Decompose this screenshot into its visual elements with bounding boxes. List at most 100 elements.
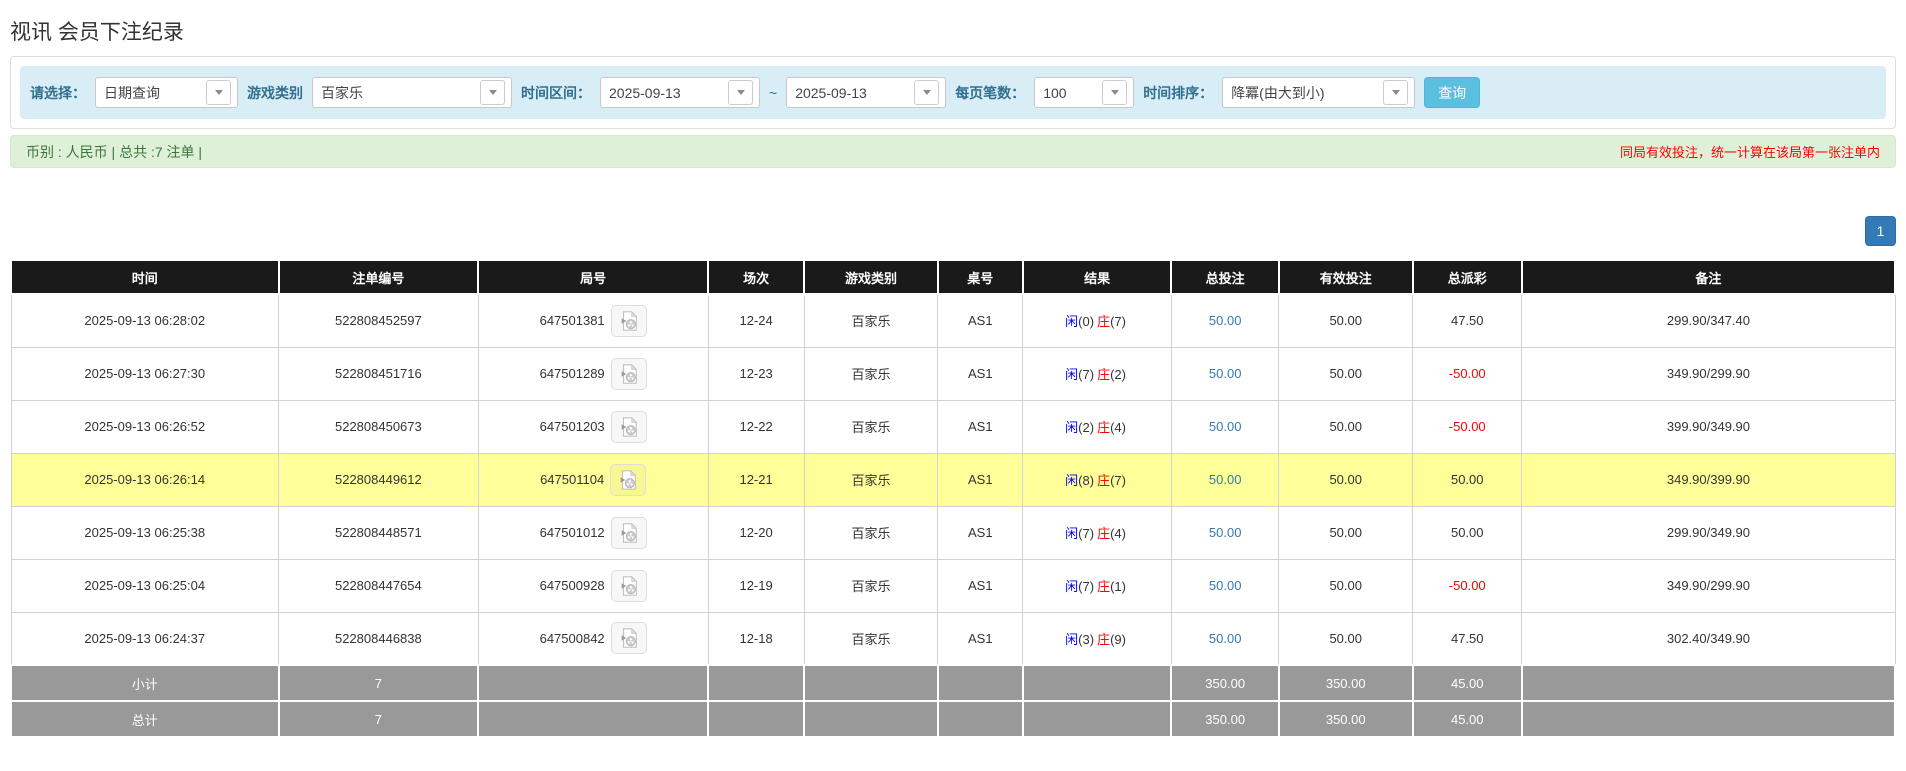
total-bet-cell: 50.00 bbox=[1170, 346, 1280, 401]
round-id-cell: 647501203 bbox=[477, 399, 709, 454]
video-replay-button[interactable] bbox=[610, 569, 647, 602]
total-bet-link[interactable]: 50.00 bbox=[1209, 419, 1242, 434]
chevron-down-icon[interactable] bbox=[914, 80, 940, 105]
chevron-down-icon[interactable] bbox=[1383, 80, 1409, 105]
player-result-label: 闲 bbox=[1065, 631, 1079, 647]
payout-cell: 47.50 bbox=[1412, 293, 1523, 348]
sort-order-select[interactable] bbox=[1222, 77, 1416, 108]
bet-id-cell: 522808448571 bbox=[278, 505, 479, 560]
table-row[interactable]: 2025-09-13 06:25:38 522808448571 6475010… bbox=[10, 505, 1896, 560]
game-type-value[interactable] bbox=[315, 80, 480, 105]
banker-result-label: 庄 bbox=[1097, 420, 1111, 435]
payout-cell: 50.00 bbox=[1412, 452, 1523, 507]
date-from-select[interactable] bbox=[600, 77, 760, 108]
bet-id-cell: 522808447654 bbox=[278, 558, 479, 613]
bet-id-cell: 522808449612 bbox=[278, 452, 479, 507]
total-bet-link[interactable]: 50.00 bbox=[1209, 578, 1242, 593]
total-bet-link[interactable]: 50.00 bbox=[1209, 472, 1242, 487]
remark-cell: 349.90/299.90 bbox=[1521, 346, 1896, 401]
payout-cell: 50.00 bbox=[1412, 505, 1523, 560]
sort-order-label: 时间排序： bbox=[1143, 84, 1214, 101]
query-mode-value[interactable] bbox=[98, 80, 206, 105]
date-from-value[interactable] bbox=[603, 80, 728, 105]
table-no-cell: AS1 bbox=[937, 346, 1024, 401]
table-row[interactable]: 2025-09-13 06:25:04 522808447654 6475009… bbox=[10, 558, 1896, 613]
total-bet-cell: 50.00 bbox=[1170, 293, 1280, 348]
video-replay-button[interactable] bbox=[610, 410, 647, 443]
page-size-label: 每页笔数： bbox=[955, 84, 1026, 101]
valid-bet-cell: 50.00 bbox=[1278, 293, 1414, 348]
video-replay-icon bbox=[621, 416, 637, 437]
chevron-down-icon[interactable] bbox=[206, 80, 231, 105]
video-replay-button[interactable] bbox=[610, 516, 647, 549]
query-mode-select[interactable] bbox=[95, 77, 238, 108]
game-type-select[interactable] bbox=[312, 77, 512, 108]
game-type-cell: 百家乐 bbox=[803, 293, 939, 348]
time-cell: 2025-09-13 06:25:04 bbox=[10, 558, 280, 613]
game-type-cell: 百家乐 bbox=[803, 346, 939, 401]
date-to-value[interactable] bbox=[789, 80, 915, 105]
page-size-select[interactable] bbox=[1034, 77, 1135, 108]
date-to-select[interactable] bbox=[786, 77, 947, 108]
chevron-down-icon[interactable] bbox=[480, 80, 505, 105]
player-result-label: 闲 bbox=[1065, 367, 1079, 382]
chevron-down-icon[interactable] bbox=[728, 80, 753, 105]
video-replay-icon bbox=[621, 522, 637, 543]
grand-total-total-bet: 350.00 bbox=[1170, 700, 1280, 738]
pagination: 1 bbox=[10, 216, 1896, 246]
video-replay-icon bbox=[621, 310, 637, 331]
table-no-cell: AS1 bbox=[937, 611, 1024, 666]
header-bet-id: 注单编号 bbox=[277, 259, 480, 295]
remark-cell: 302.40/349.90 bbox=[1521, 611, 1896, 666]
subtotal-valid-bet: 350.00 bbox=[1277, 664, 1414, 702]
result-cell: 闲(3) 庄(9) bbox=[1022, 611, 1172, 666]
result-cell: 闲(7) 庄(1) bbox=[1022, 558, 1172, 613]
summary-notice: 同局有效投注，统一计算在该局第一张注单内 bbox=[1619, 145, 1880, 160]
header-table-no: 桌号 bbox=[936, 259, 1024, 295]
round-id-cell: 647500928 bbox=[477, 558, 709, 613]
game-type-cell: 百家乐 bbox=[803, 452, 939, 507]
video-replay-button[interactable] bbox=[610, 357, 647, 390]
remark-cell: 349.90/299.90 bbox=[1521, 558, 1896, 613]
total-bet-cell: 50.00 bbox=[1170, 452, 1280, 507]
table-no-cell: AS1 bbox=[937, 558, 1024, 613]
round-id-cell: 647501289 bbox=[477, 346, 709, 401]
page-number-button[interactable]: 1 bbox=[1865, 216, 1896, 246]
total-bet-link[interactable]: 50.00 bbox=[1209, 631, 1242, 646]
total-bet-link[interactable]: 50.00 bbox=[1209, 525, 1242, 540]
bet-id-cell: 522808446838 bbox=[278, 611, 479, 666]
video-replay-button[interactable] bbox=[610, 463, 647, 496]
banker-result-label: 庄 bbox=[1097, 526, 1111, 541]
filter-panel: 请选择： 游戏类别 时间区间： ~ 每页笔数： bbox=[10, 56, 1896, 129]
table-row[interactable]: 2025-09-13 06:28:02 522808452597 6475013… bbox=[10, 293, 1896, 348]
result-cell: 闲(2) 庄(4) bbox=[1022, 399, 1172, 454]
sort-order-value[interactable] bbox=[1225, 80, 1384, 105]
video-replay-button[interactable] bbox=[610, 304, 647, 337]
grand-total-label: 总计 bbox=[10, 700, 280, 738]
chevron-down-icon[interactable] bbox=[1102, 80, 1128, 105]
table-row[interactable]: 2025-09-13 06:24:37 522808446838 6475008… bbox=[10, 611, 1896, 666]
result-cell: 闲(7) 庄(2) bbox=[1022, 346, 1172, 401]
session-cell: 12-21 bbox=[707, 452, 805, 507]
header-result: 结果 bbox=[1021, 259, 1173, 295]
table-row[interactable]: 2025-09-13 06:26:52 522808450673 6475012… bbox=[10, 399, 1896, 454]
round-id-cell: 647501381 bbox=[477, 293, 709, 348]
table-row[interactable]: 2025-09-13 06:26:14 522808449612 6475011… bbox=[10, 452, 1896, 507]
grand-total-payout: 45.00 bbox=[1411, 700, 1523, 738]
player-score: (7) bbox=[1078, 579, 1095, 594]
total-bet-link[interactable]: 50.00 bbox=[1209, 366, 1242, 381]
page-size-value[interactable] bbox=[1037, 80, 1103, 105]
header-valid-bet: 有效投注 bbox=[1277, 259, 1414, 295]
game-type-cell: 百家乐 bbox=[803, 399, 939, 454]
player-result-label: 闲 bbox=[1065, 473, 1079, 488]
time-cell: 2025-09-13 06:25:38 bbox=[10, 505, 280, 560]
search-button[interactable]: 查询 bbox=[1424, 77, 1481, 108]
total-bet-link[interactable]: 50.00 bbox=[1209, 313, 1242, 328]
subtotal-row: 小计 7 350.00 350.00 45.00 bbox=[10, 664, 1897, 702]
bet-records-table: 时间 注单编号 局号 场次 游戏类别 桌号 结果 总投注 有效投注 总派彩 备注… bbox=[10, 259, 1897, 738]
video-replay-button[interactable] bbox=[610, 622, 647, 655]
player-score: (8) bbox=[1078, 473, 1095, 488]
round-id-cell: 647500842 bbox=[477, 611, 709, 666]
table-row[interactable]: 2025-09-13 06:27:30 522808451716 6475012… bbox=[10, 346, 1896, 401]
remark-cell: 399.90/349.90 bbox=[1521, 399, 1896, 454]
